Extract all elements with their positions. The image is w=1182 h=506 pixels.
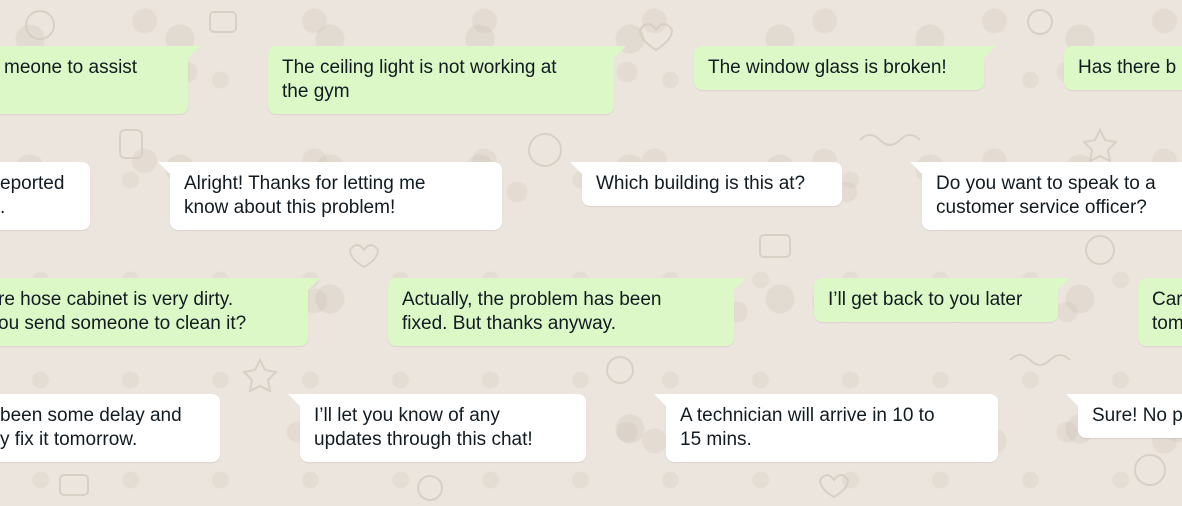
message-text: been some delay and (0, 405, 182, 426)
message-text: the gym (282, 81, 350, 102)
message-bubble: eported . (0, 162, 90, 230)
doodle-circle-icon (417, 475, 443, 501)
message-bubble: Alright! Thanks for letting me know abou… (158, 162, 502, 230)
doodle-heart-icon (638, 23, 674, 52)
message-text: y fix it tomorrow. (0, 429, 138, 450)
doodle-box-icon (59, 474, 89, 496)
message-text: Alright! Thanks for letting me (184, 173, 426, 194)
message-text: 15 mins. (680, 429, 752, 450)
doodle-circle-icon (1027, 9, 1053, 35)
message-text: updates through this chat! (314, 429, 533, 450)
message-text: know about this problem! (184, 197, 396, 218)
doodle-heart-icon (818, 474, 850, 499)
message-text: tom (1152, 313, 1182, 334)
message-bubble: re hose cabinet is very dirty. ou send s… (0, 278, 320, 346)
message-text: fixed. But thanks anyway. (402, 313, 617, 334)
chat-wallpaper: meone to assist The ceiling light is not… (0, 0, 1182, 506)
doodle-box-icon (759, 234, 791, 258)
message-text: Has there b (1078, 57, 1177, 78)
doodle-circle-icon (528, 133, 562, 167)
message-text: ou send someone to clean it? (0, 313, 247, 334)
doodle-box-icon (209, 11, 237, 33)
message-text: customer service officer? (936, 197, 1147, 218)
doodle-heart-icon (348, 244, 380, 269)
message-bubble: Has there b (1064, 46, 1182, 90)
doodle-circle-icon (25, 10, 55, 40)
message-bubble: been some delay and y fix it tomorrow. (0, 394, 220, 462)
message-bubble: The ceiling light is not working at the … (268, 46, 626, 114)
message-bubble: meone to assist (0, 46, 200, 114)
message-text: I’ll let you know of any (314, 405, 500, 426)
message-text: I’ll get back to you later (828, 289, 1023, 310)
doodle-star-icon (241, 357, 279, 393)
doodle-wave-icon (859, 134, 921, 146)
message-bubble: I’ll get back to you later (814, 278, 1070, 322)
message-text: A technician will arrive in 10 to (680, 405, 935, 426)
doodle-box-icon (119, 129, 143, 159)
message-text: The window glass is broken! (708, 57, 947, 78)
message-text: Actually, the problem has been (402, 289, 662, 310)
message-bubble: A technician will arrive in 10 to 15 min… (654, 394, 998, 462)
message-bubble: Do you want to speak to a customer servi… (910, 162, 1182, 230)
doodle-wave-icon (1009, 354, 1071, 366)
message-bubble: Actually, the problem has been fixed. Bu… (388, 278, 746, 346)
message-text: Sure! No p (1092, 405, 1182, 426)
message-text: The ceiling light is not working at (282, 57, 557, 78)
message-text: eported (0, 173, 65, 194)
message-bubble: I’ll let you know of any updates through… (288, 394, 586, 462)
doodle-circle-icon (1134, 454, 1166, 486)
message-bubble: Which building is this at? (570, 162, 842, 206)
message-bubble: Car tom (1138, 278, 1182, 346)
message-bubble: Sure! No p (1066, 394, 1182, 438)
message-text: meone to assist (4, 57, 138, 78)
message-text: re hose cabinet is very dirty. (0, 289, 234, 310)
doodle-circle-icon (1085, 235, 1115, 265)
message-bubble: The window glass is broken! (694, 46, 996, 90)
message-text: . (0, 197, 6, 218)
doodle-star-icon (1081, 127, 1119, 163)
message-text: Which building is this at? (596, 173, 806, 194)
doodle-circle-icon (606, 356, 634, 384)
message-text: Car (1152, 289, 1182, 310)
message-text: Do you want to speak to a (936, 173, 1156, 194)
